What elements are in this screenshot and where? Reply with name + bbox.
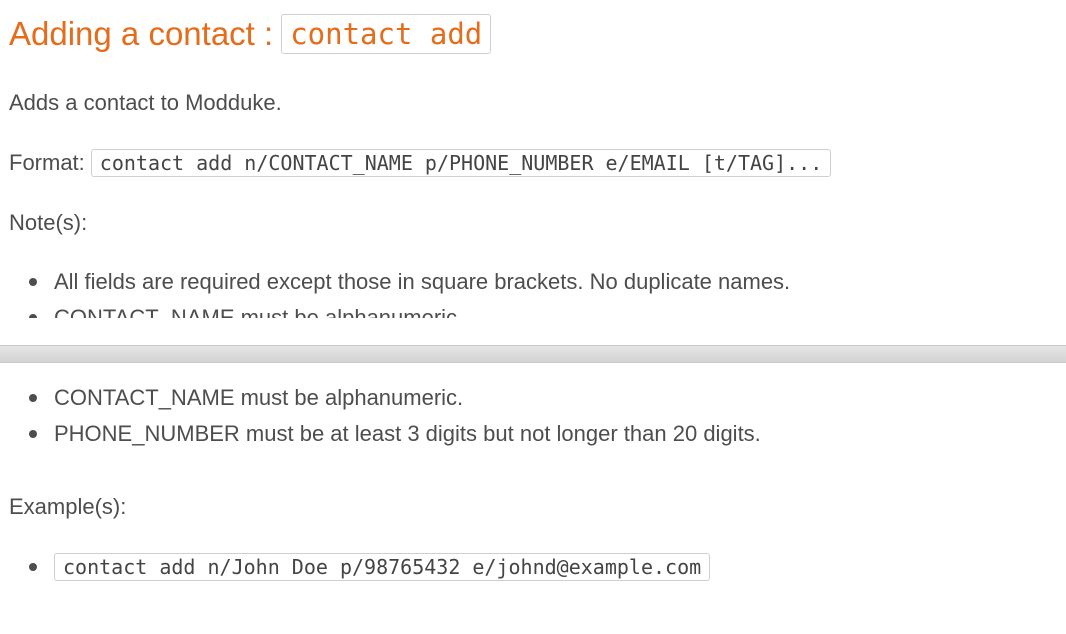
lower-pane: CONTACT_NAME must be alphanumeric. PHONE… [0, 363, 1066, 634]
bullet-icon [29, 430, 37, 438]
format-line: Format: contact add n/CONTACT_NAME p/PHO… [9, 149, 832, 177]
heading-text: Adding a contact : [9, 15, 274, 52]
bullet-icon [29, 394, 37, 402]
list-item: contact add n/John Doe p/98765432 e/john… [29, 553, 711, 581]
format-code: contact add n/CONTACT_NAME p/PHONE_NUMBE… [90, 149, 832, 177]
heading-command-code: contact add [281, 14, 492, 54]
list-item: PHONE_NUMBER must be at least 3 digits b… [29, 421, 761, 447]
notes-label: Note(s): [9, 210, 88, 235]
section-heading: Adding a contact : contact add [9, 14, 492, 54]
bullet-icon [29, 278, 37, 286]
split-divider[interactable] [0, 345, 1066, 363]
list-item: CONTACT_NAME must be alphanumeric. [29, 385, 463, 411]
note-text: CONTACT_NAME must be alphanumeric. [54, 305, 464, 318]
upper-pane: Adding a contact : contact add Adds a co… [0, 0, 1066, 318]
examples-label: Example(s): [9, 494, 127, 519]
format-label: Format: [9, 150, 85, 175]
note-text: CONTACT_NAME must be alphanumeric. [54, 385, 464, 410]
description: Adds a contact to Modduke. [9, 90, 282, 115]
note-text: All fields are required except those in … [54, 269, 791, 294]
list-item: CONTACT_NAME must be alphanumeric. [29, 305, 463, 318]
note-text: PHONE_NUMBER must be at least 3 digits b… [54, 421, 761, 446]
list-item: All fields are required except those in … [29, 269, 790, 295]
bullet-icon [29, 314, 37, 318]
bullet-icon [29, 563, 37, 571]
example-code: contact add n/John Doe p/98765432 e/john… [54, 553, 711, 581]
